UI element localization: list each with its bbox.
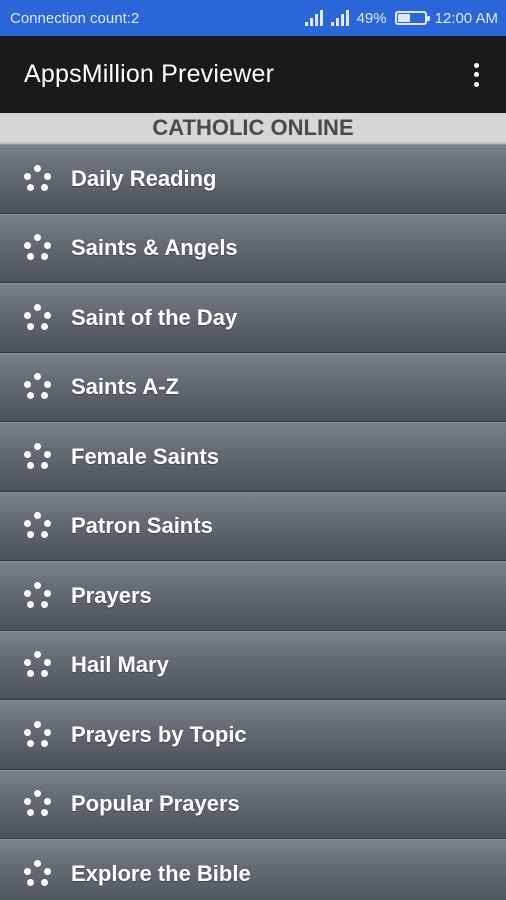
menu-item[interactable]: Saint of the Day [0, 283, 506, 353]
dots-cluster-icon [24, 442, 52, 471]
menu-item[interactable]: Patron Saints [0, 491, 506, 561]
app-bar: AppsMillion Previewer [0, 36, 506, 113]
signal-icon-secondary [330, 10, 349, 26]
menu-item-label: Prayers [71, 582, 152, 608]
dots-cluster-icon [24, 234, 52, 262]
dots-cluster-icon [24, 720, 52, 749]
menu-item[interactable]: Female Saints [0, 422, 506, 492]
dots-cluster-icon [24, 373, 52, 401]
menu-item-label: Saint of the Day [71, 304, 238, 330]
menu-item-label: Popular Prayers [71, 791, 240, 817]
menu-item-label: Hail Mary [71, 652, 169, 678]
menu-item-label: Prayers by Topic [71, 721, 247, 747]
menu-item-label: Explore the Bible [71, 860, 251, 886]
dots-cluster-icon [24, 859, 52, 888]
menu-item[interactable]: Prayers by Topic [0, 700, 506, 770]
dots-cluster-icon [24, 512, 52, 540]
menu-item-label: Patron Saints [71, 513, 213, 539]
clock: 12:00 AM [434, 9, 498, 27]
dots-cluster-icon [24, 581, 52, 610]
dots-cluster-icon [24, 164, 52, 193]
connection-count: Connection count:2 [10, 9, 140, 27]
status-icons: 49% 12:00 AM [304, 9, 498, 27]
menu-item[interactable]: Saints & Angels [0, 213, 506, 283]
dots-cluster-icon [24, 651, 52, 679]
menu-item-label: Daily Reading [71, 165, 217, 191]
menu-item[interactable]: Popular Prayers [0, 769, 506, 839]
signal-icon [304, 10, 323, 26]
menu-item-label: Saints A-Z [71, 374, 179, 400]
dots-cluster-icon [24, 790, 52, 818]
battery-percent: 49% [356, 9, 387, 27]
app-title: AppsMillion Previewer [24, 60, 275, 88]
menu-item[interactable]: Hail Mary [0, 630, 506, 700]
battery-icon [394, 11, 430, 25]
dots-cluster-icon [24, 303, 52, 332]
menu-item[interactable]: Saints A-Z [0, 352, 506, 422]
menu-item[interactable]: Prayers [0, 561, 506, 631]
menu-item-label: Female Saints [71, 443, 219, 469]
status-bar: Connection count:2 49% 12:00 AM [0, 0, 506, 36]
menu-list: Daily Reading Saints & Angels Saint of the… [0, 144, 506, 900]
menu-item[interactable]: Explore the Bible [0, 839, 506, 900]
menu-item-label: Saints & Angels [71, 235, 238, 261]
overflow-menu-icon[interactable] [464, 60, 488, 90]
section-header: CATHOLIC ONLINE [0, 113, 506, 144]
menu-item[interactable]: Daily Reading [0, 144, 506, 214]
